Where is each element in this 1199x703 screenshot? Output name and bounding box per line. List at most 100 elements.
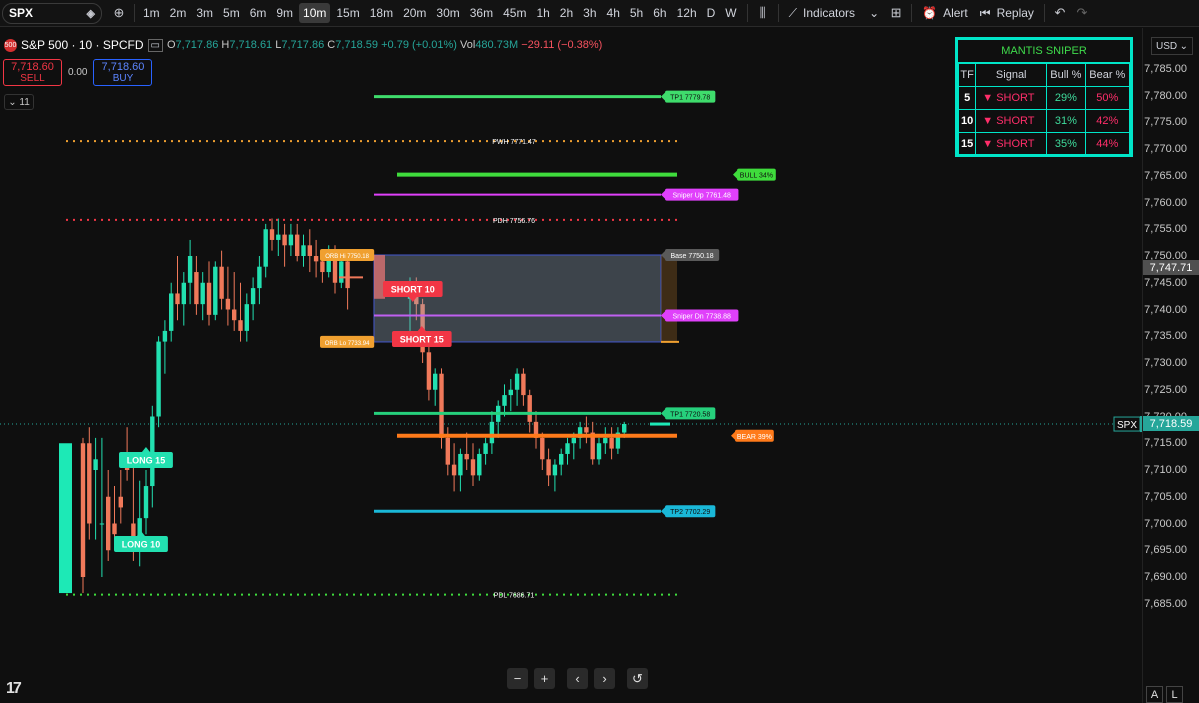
interval-2h[interactable]: 2h xyxy=(556,3,577,23)
interval-30m[interactable]: 30m xyxy=(432,3,463,23)
candle-body xyxy=(244,304,249,331)
candle-body xyxy=(301,245,306,256)
price-tick-label: 7,725.00 xyxy=(1144,383,1187,396)
candle-body xyxy=(181,282,186,305)
scroll-left-icon[interactable]: ‹ xyxy=(567,668,588,689)
interval-9m[interactable]: 9m xyxy=(272,3,297,23)
candle-body xyxy=(502,395,507,406)
interval-36m[interactable]: 36m xyxy=(466,3,497,23)
col-header: Bull % xyxy=(1046,63,1086,87)
interval-3h[interactable]: 3h xyxy=(579,3,600,23)
col-header: Bear % xyxy=(1084,63,1131,87)
candle-body xyxy=(596,443,602,460)
interval-1m[interactable]: 1m xyxy=(139,3,164,23)
candle-body xyxy=(320,261,325,273)
interval-W[interactable]: W xyxy=(721,3,740,23)
bull-cell: 31% xyxy=(1046,109,1086,133)
undo-icon[interactable]: ↶ xyxy=(1049,2,1071,24)
candle-body xyxy=(464,453,469,460)
add-symbol-icon[interactable]: ⊕ xyxy=(108,2,130,24)
symbol-search[interactable]: SPX ◈ xyxy=(2,2,102,24)
price-tick-label: 7,785.00 xyxy=(1144,62,1187,75)
scroll-right-icon[interactable]: › xyxy=(594,668,615,689)
interval-5m[interactable]: 5m xyxy=(219,3,244,23)
price-tag-gray: 7,747.71 xyxy=(1143,260,1199,276)
sp500-badge-icon: 500 xyxy=(4,38,17,52)
table-row: 5 ▼ SHORT 29% 50% xyxy=(957,86,1131,110)
chart-navigation: − + ‹ › ↺ xyxy=(507,668,648,689)
interval-D[interactable]: D xyxy=(703,3,720,23)
interval-6h[interactable]: 6h xyxy=(649,3,670,23)
reset-chart-icon[interactable]: ↺ xyxy=(627,668,648,689)
ohlc-values: O7,717.86 H7,718.61 L7,717.86 C7,718.59 … xyxy=(166,39,603,51)
orb-hi-tag-label: ORB Hi 7750.18 xyxy=(325,254,369,260)
candle-body xyxy=(439,373,444,438)
candle-body xyxy=(433,373,438,390)
interval-1h[interactable]: 1h xyxy=(532,3,553,23)
candle-body xyxy=(622,423,627,433)
layout-grid-icon[interactable]: ⊞ xyxy=(885,2,907,24)
interval-18m[interactable]: 18m xyxy=(366,3,397,23)
indicator-count: 11 xyxy=(19,96,30,108)
tf-cell: 5 xyxy=(957,86,977,110)
sniper-up-tag: Sniper Up 7761.48 xyxy=(661,188,739,201)
candle-body xyxy=(93,459,98,470)
price-tick-label: 7,700.00 xyxy=(1144,517,1187,530)
candle-body xyxy=(187,256,193,283)
interval-15m[interactable]: 15m xyxy=(332,3,363,23)
candle-body xyxy=(345,261,350,289)
tp2-tag-label: TP2 7702.29 xyxy=(670,509,710,516)
candle-body xyxy=(571,437,576,444)
tradingview-logo-icon[interactable]: 17 xyxy=(6,680,22,698)
interval-6m[interactable]: 6m xyxy=(246,3,271,23)
log-scale-icon[interactable]: L xyxy=(1166,686,1183,703)
interval-45m[interactable]: 45m xyxy=(499,3,530,23)
candle-body xyxy=(282,234,287,246)
interval-2m[interactable]: 2m xyxy=(166,3,191,23)
compare-icon[interactable]: ◈ xyxy=(87,7,95,20)
mantis-sniper-table: MANTIS SNIPER TF Signal Bull % Bear % 5 … xyxy=(955,37,1133,157)
candle-body xyxy=(477,453,482,476)
auto-scale-icon[interactable]: A xyxy=(1146,686,1163,703)
interval-5h[interactable]: 5h xyxy=(626,3,647,23)
price-tick-label: 7,760.00 xyxy=(1144,196,1187,209)
interval-3m[interactable]: 3m xyxy=(192,3,217,23)
sell-button[interactable]: 7,718.60 SELL xyxy=(3,59,62,86)
price-tick-label: 7,765.00 xyxy=(1144,169,1187,182)
orb-lo-tag: ORB Lo 7733.94 xyxy=(320,335,375,348)
interval-12h[interactable]: 12h xyxy=(673,3,701,23)
price-tick-label: 7,695.00 xyxy=(1144,544,1187,557)
candle-body xyxy=(307,245,312,256)
chart-legend: 500 S&P 500 · 10 · SPCFD ▭ O7,717.86 H7,… xyxy=(4,38,602,52)
interval-10m[interactable]: 10m xyxy=(299,3,331,23)
buy-button[interactable]: 7,718.60 BUY xyxy=(93,59,153,86)
chart-type-icon[interactable]: ⫼ xyxy=(752,2,774,24)
zoom-in-icon[interactable]: + xyxy=(534,668,555,689)
pwh-label: PWH 7771.47 xyxy=(492,139,536,146)
hide-legend-icon[interactable]: ▭ xyxy=(147,38,163,52)
redo-icon[interactable]: ↷ xyxy=(1071,2,1093,24)
replay-button[interactable]: ⏮ Replay xyxy=(974,2,1040,24)
bear-cell: 44% xyxy=(1084,132,1131,156)
interval-4h[interactable]: 4h xyxy=(603,3,624,23)
indicator-overlay: SPX TP1 7779.78 PWH 7771.47 BULL 34% Sniper … xyxy=(66,90,1142,600)
indicators-icon: ⟋ xyxy=(788,5,798,20)
interval-bar: 1m 2m 3m 5m 6m 9m 10m 15m 18m 20m 30m 36m 45m 1h 2h 3h 4… xyxy=(139,3,743,23)
base-tag: Base 7750.18 xyxy=(661,249,720,262)
alert-button[interactable]: ⏰ Alert xyxy=(916,2,974,24)
currency-selector[interactable]: USD ⌄ xyxy=(1151,37,1193,55)
price-tick-label: 7,710.00 xyxy=(1144,464,1187,476)
indicators-button[interactable]: ⟋ Indicators ⌄ xyxy=(783,2,886,24)
price-axis[interactable]: USD ⌄ 7,785.00 7,780.00 7,775.00 7,770.00 7,… xyxy=(1142,28,1199,703)
sniper-dn-tag-label: Sniper Dn 7738.88 xyxy=(673,313,731,320)
price-tick-label: 7,745.00 xyxy=(1144,276,1187,289)
long10-signal: LONG 10 xyxy=(114,531,168,552)
chevron-down-icon: ⌄ xyxy=(1179,40,1188,52)
tp1-high-tag-label: TP1 7779.78 xyxy=(670,95,710,102)
interval-20m[interactable]: 20m xyxy=(399,3,430,23)
zoom-out-icon[interactable]: − xyxy=(507,668,528,689)
symbol-name[interactable]: S&P 500 · 10 · SPCFD xyxy=(21,38,144,52)
candle-body xyxy=(295,234,300,256)
indicators-collapse-button[interactable]: ⌄ 11 xyxy=(4,94,34,110)
candle-body xyxy=(269,229,275,240)
